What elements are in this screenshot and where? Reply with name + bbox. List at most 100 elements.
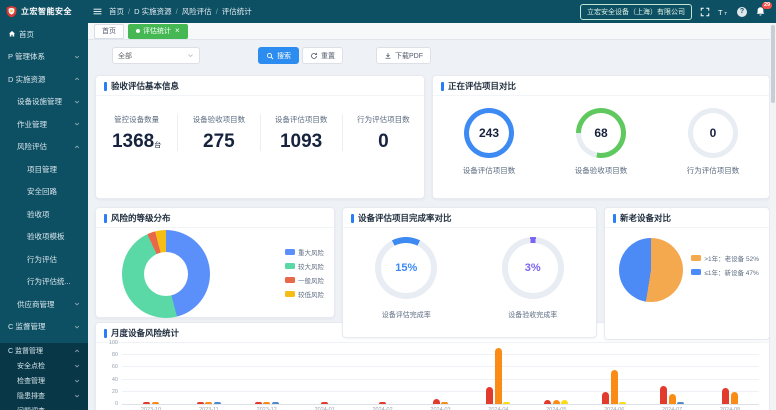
sidebar-item[interactable]: 首页 [0,23,88,46]
sidebar-item[interactable]: 风险评估 [0,136,88,159]
chevron-down-icon [74,393,80,399]
bar [660,386,667,404]
chevron-down-icon [74,301,80,307]
bar [602,392,609,404]
legend-item[interactable]: ≤1年：新设备 47% [691,267,759,277]
breadcrumb-item[interactable]: 评估统计 [222,6,252,17]
sidebar-item[interactable]: 隐患排查 [0,388,88,403]
completion-gauge-value: 3% [508,243,558,293]
sidebar-item[interactable]: C 监督管理 [0,343,88,358]
completion-gauge-label: 设备验收完成率 [502,310,564,320]
bar [731,392,738,404]
page-scrollbar[interactable] [770,23,776,410]
fullscreen-icon[interactable] [700,7,710,17]
sidebar-item[interactable]: 行为评估统... [0,271,88,294]
card-progress-header: 正在评估项目对比 [433,76,769,96]
search-button[interactable]: 搜索 [258,47,299,64]
legend-item[interactable]: 较大风险 [285,261,324,271]
reset-button[interactable]: 重置 [302,47,343,64]
completion-gauge: 15% 设备评估完成率 [375,237,437,320]
legend-item[interactable]: 重大风险 [285,247,324,257]
sidebar-item[interactable]: C 监督管理 [0,316,88,339]
risk-donut-body: 重大风险较大风险一般风险较低风险 [96,228,334,318]
scrollbar-thumb[interactable] [771,25,775,103]
ring-gauge: 0行为评估项目数 [687,108,740,176]
title-marker [104,82,107,91]
ring-gauge-value: 68 [581,113,621,153]
ring-gauge-label: 行为评估项目数 [687,165,740,176]
sidebar-item[interactable]: 设备设施管理 [0,91,88,114]
breadcrumb-item[interactable]: 风险评估 [182,6,212,17]
legend-label: >1年：老设备 52% [704,253,759,263]
bar [152,402,159,404]
sidebar-item[interactable]: 作业管理 [0,113,88,136]
chevron-up-icon [74,348,80,354]
company-button[interactable]: 立宏安全设备（上海）有限公司 [580,4,692,20]
breadcrumb: 首页/D 实施资源/风险评估/评估统计 [109,6,252,17]
sidebar-item[interactable]: 问题调查 [0,403,88,410]
y-axis-tick: 60 [102,364,118,370]
legend-swatch [285,277,295,283]
legend-label: ≤1年：新设备 47% [704,267,759,277]
svg-text:T: T [724,10,727,16]
completion-gauge-value: 15% [381,243,431,293]
legend-item[interactable]: 一般风险 [285,275,324,285]
sidebar-item-label: 供应商管理 [17,299,55,310]
filter-bar: 全部 搜索 重置 下载PDF [88,40,776,70]
card-completion-rates: 设备评估项目完成率对比 15%设备评估完成率3%设备验收完成率 [342,207,597,338]
card-risk-distribution: 风险的等级分布 重大风险较大风险一般风险较低风险 [95,207,335,318]
bar [321,402,328,404]
sidebar-item[interactable]: 项目管理 [0,158,88,181]
tab-close-icon[interactable]: × [175,27,180,35]
breadcrumb-item[interactable]: D 实施资源 [134,6,172,17]
completion-gauge-arc: 15% [375,237,437,299]
sidebar-item[interactable]: 验收项模板 [0,226,88,249]
sidebar-item[interactable]: 检查管理 [0,373,88,388]
sidebar-item[interactable]: 行为评估 [0,248,88,271]
help-icon[interactable]: ? [737,7,747,17]
ring-gauge-value: 243 [469,113,509,153]
chevron-down-icon [74,54,80,60]
sidebar-item[interactable]: 验收项 [0,203,88,226]
risk-legend: 重大风险较大风险一般风险较低风险 [285,247,324,299]
bar-group [122,344,180,404]
legend-item[interactable]: 较低风险 [285,289,324,299]
notifications-bell[interactable]: 29 [755,6,766,17]
font-size-icon[interactable]: TT [718,7,729,17]
completion-gauge-label: 设备评估完成率 [375,310,437,320]
chevron-down-icon [187,52,194,59]
ring-gauge-label: 设备评估项目数 [463,165,516,176]
sidebar-item[interactable]: D 实施资源 [0,68,88,91]
breadcrumb-separator: / [128,7,130,16]
sidebar-item[interactable]: P 管理体系 [0,46,88,69]
bar [433,399,440,404]
card-title: 正在评估项目对比 [448,80,516,92]
completion-gauge-arc: 3% [502,237,564,299]
completion-gauge-group: 15% 设备评估完成率 3% 设备验收完成率 [343,237,596,320]
stat-label: 设备验收项目数 [178,114,259,125]
sidebar-item[interactable]: 供应商管理 [0,293,88,316]
card-basic-info-header: 验收评估基本信息 [96,76,424,96]
sidebar-item-label: 验收项 [27,209,50,220]
bar [205,402,212,404]
download-pdf-button[interactable]: 下载PDF [376,47,431,64]
card-device-age-header: 新老设备对比 [605,208,769,228]
tab-page[interactable]: 首页 [94,24,124,39]
logo: 立宏智能安全 [0,5,88,18]
sidebar-item-label: 安全点检 [17,361,45,371]
sidebar-item[interactable]: 安全回路 [0,181,88,204]
risk-donut-chart [122,230,210,318]
sidebar-item[interactable]: 安全点检 [0,358,88,373]
breadcrumb-item[interactable]: 首页 [109,6,124,17]
filter-select-value: 全部 [118,51,132,61]
sidebar-item-label: 作业管理 [17,119,47,130]
ring-gauge-label: 设备验收项目数 [575,165,628,176]
legend-label: 一般风险 [298,275,324,285]
filter-select[interactable]: 全部 [112,47,200,64]
card-title: 月度设备风险统计 [111,327,179,339]
tab-active[interactable]: 评估统计× [128,24,188,39]
menu-toggle-icon[interactable] [93,7,102,16]
chevron-down-icon [74,324,80,330]
tab-bar: 首页评估统计× [88,23,776,40]
legend-item[interactable]: >1年：老设备 52% [691,253,759,263]
